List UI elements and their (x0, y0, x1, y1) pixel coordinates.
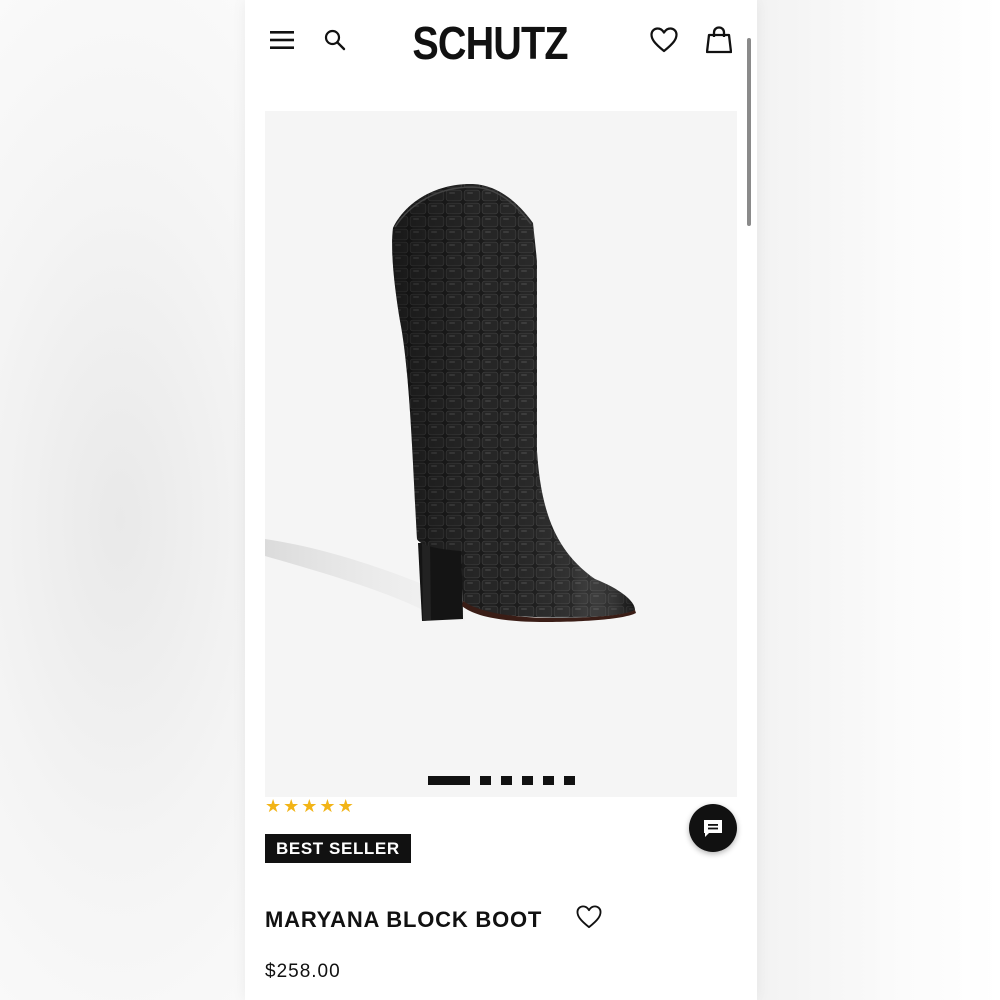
gallery-pagination (265, 776, 737, 785)
chat-button[interactable] (689, 804, 737, 852)
search-button[interactable] (317, 22, 353, 58)
product-price: $258.00 (265, 961, 341, 982)
gallery-dot[interactable] (521, 776, 533, 785)
gallery-dot[interactable] (427, 776, 470, 785)
star-icon: ★ (265, 796, 282, 816)
product-image-gallery[interactable] (265, 111, 737, 797)
best-seller-badge: BEST SELLER (265, 834, 411, 863)
gallery-dot[interactable] (542, 776, 554, 785)
product-name: MARYANA BLOCK BOOT (265, 907, 543, 932)
add-to-wishlist-button[interactable] (576, 905, 602, 931)
chat-bubble-icon (704, 820, 722, 837)
star-icon: ★ (337, 796, 354, 816)
heart-outline-icon (650, 27, 678, 53)
heart-outline-icon (576, 905, 602, 929)
gallery-dot[interactable] (563, 776, 575, 785)
product-photo (265, 183, 636, 622)
menu-button[interactable] (264, 22, 300, 58)
gallery-dot[interactable] (479, 776, 491, 785)
hamburger-menu-icon (270, 31, 294, 49)
shopping-bag-button[interactable] (701, 22, 737, 58)
brand-logo[interactable]: SCHUTZ (400, 16, 581, 70)
site-header: SCHUTZ (245, 4, 757, 80)
scrollbar[interactable] (747, 38, 751, 226)
star-icon: ★ (283, 796, 300, 816)
star-icon: ★ (319, 796, 336, 816)
wishlist-button[interactable] (646, 22, 682, 58)
rating-stars[interactable]: ★ ★ ★ ★ ★ (265, 796, 354, 816)
search-icon (324, 29, 346, 51)
mobile-page: SCHUTZ ★ ★ ★ ★ ★ BEST SELLER MARYANA BLO… (245, 0, 757, 1000)
shopping-bag-icon (706, 26, 732, 54)
gallery-dot[interactable] (500, 776, 512, 785)
star-icon: ★ (301, 796, 318, 816)
backdrop-right (755, 0, 1000, 1000)
